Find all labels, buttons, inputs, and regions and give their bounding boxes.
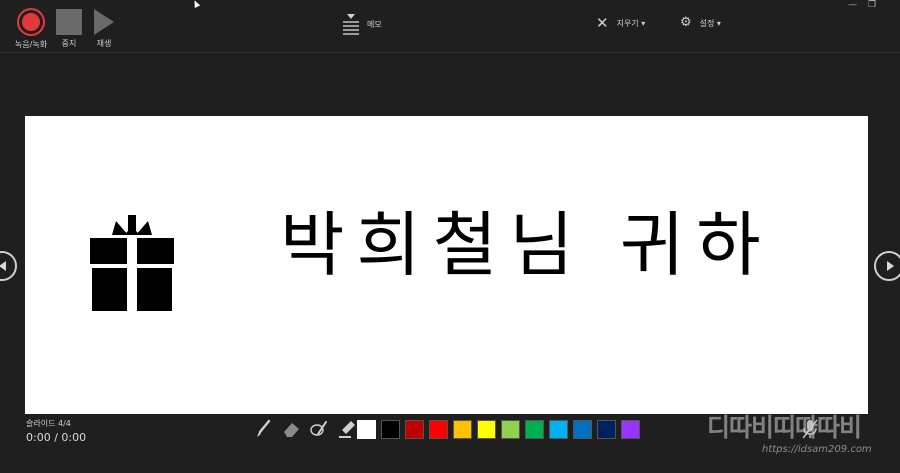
- memo-icon: [343, 14, 359, 35]
- color-swatch[interactable]: [429, 420, 448, 439]
- color-swatch[interactable]: [573, 420, 592, 439]
- slide-title: 박희철님 귀하: [280, 204, 773, 286]
- lasso-icon: [310, 421, 327, 436]
- previous-slide-button[interactable]: [0, 251, 17, 281]
- highlighter-icon: [339, 421, 355, 438]
- next-slide-icon: [886, 261, 894, 271]
- play-button[interactable]: 재생: [84, 8, 124, 49]
- play-icon: [94, 9, 114, 35]
- record-label: 녹음/녹화: [14, 40, 48, 49]
- slide-canvas: 박희철님 귀하: [25, 116, 868, 414]
- highlighter-tool-button[interactable]: [337, 418, 357, 440]
- color-swatch[interactable]: [549, 420, 568, 439]
- stop-button[interactable]: 중지: [49, 8, 89, 49]
- color-swatch[interactable]: [453, 420, 472, 439]
- memo-label: 메모: [367, 19, 382, 29]
- pen-tool-button[interactable]: [253, 418, 273, 440]
- eraser-icon: [284, 423, 299, 437]
- gear-icon: ⚙: [680, 15, 692, 30]
- erase-icon: ✕: [596, 14, 609, 32]
- color-swatch[interactable]: [525, 420, 544, 439]
- watermark-brand: 디따비띠따따비: [707, 413, 862, 442]
- ink-color-palette: [357, 420, 640, 439]
- recording-toolbar: 녹음/녹화 중지 재생 메모 ✕ 지우기 ▾ ⚙ 설정 ▾ — ❐: [0, 0, 900, 53]
- record-button[interactable]: 녹음/녹화: [11, 8, 51, 50]
- color-swatch[interactable]: [477, 420, 496, 439]
- settings-dropdown[interactable]: ⚙ 설정 ▾: [680, 16, 721, 30]
- recording-timer: 0:00 / 0:00: [26, 431, 87, 444]
- erase-dropdown[interactable]: ✕ 지우기 ▾: [596, 14, 646, 32]
- lasso-tool-button[interactable]: [309, 418, 329, 440]
- color-swatch[interactable]: [405, 420, 424, 439]
- watermark-url: https://idsam209.com: [762, 444, 872, 455]
- restore-button[interactable]: ❐: [868, 0, 876, 10]
- play-label: 재생: [96, 39, 112, 48]
- memo-button[interactable]: 메모: [343, 14, 382, 35]
- next-slide-button[interactable]: [874, 251, 900, 281]
- prev-slide-icon: [0, 261, 6, 271]
- stop-icon: [56, 9, 82, 35]
- color-swatch[interactable]: [357, 420, 376, 439]
- minimize-button[interactable]: —: [848, 0, 857, 10]
- slide-counter: 슬라이드 4/4: [26, 419, 71, 428]
- color-swatch[interactable]: [621, 420, 640, 439]
- pen-icon: [257, 419, 271, 437]
- color-swatch[interactable]: [381, 420, 400, 439]
- settings-label: 설정 ▾: [699, 18, 721, 28]
- gift-icon: [90, 215, 174, 311]
- erase-label: 지우기 ▾: [616, 18, 646, 28]
- eraser-tool-button[interactable]: [281, 418, 301, 440]
- watermark: 디따비띠따따비 https://idsam209.com: [707, 404, 897, 470]
- stop-label: 중지: [61, 39, 77, 48]
- color-swatch[interactable]: [597, 420, 616, 439]
- color-swatch[interactable]: [501, 420, 520, 439]
- record-icon: [17, 8, 45, 36]
- ink-tools: [253, 418, 357, 440]
